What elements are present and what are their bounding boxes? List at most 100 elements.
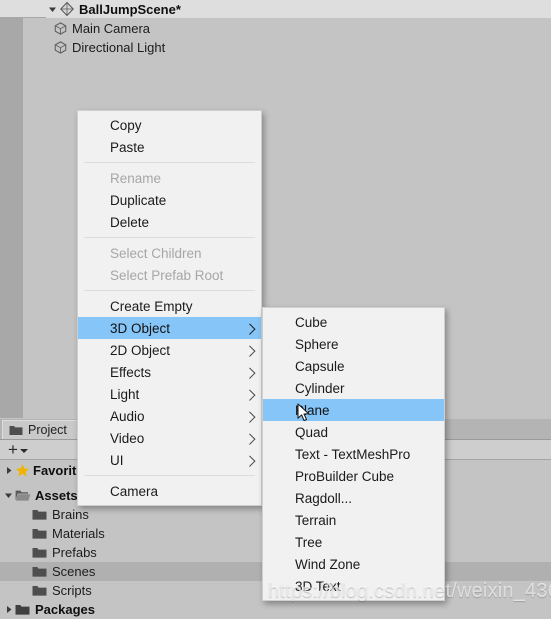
project-row-label: Assets [35,488,78,503]
menu-item-3d-object[interactable]: 3D Object [78,317,261,339]
menu-item-label: Delete [110,214,150,230]
menu-item-capsule[interactable]: Capsule [263,355,444,377]
tab-project[interactable]: Project [2,420,78,439]
menu-item-2d-object[interactable]: 2D Object [78,339,261,361]
menu-item-label: Light [110,386,140,402]
chevron-down-icon[interactable] [46,0,59,18]
menu-item-audio[interactable]: Audio [78,405,261,427]
menu-item-tree[interactable]: Tree [263,531,444,553]
star-icon [15,463,30,478]
hierarchy-item-directional-light[interactable]: Directional Light [53,38,165,56]
hierarchy-item-main-camera[interactable]: Main Camera [53,19,150,37]
menu-separator [84,290,255,291]
menu-item-label: Terrain [295,512,337,528]
project-row-label: Packages [35,602,95,617]
chevron-right-icon [244,323,256,335]
chevron-down-icon[interactable] [2,487,15,505]
unity-editor-window: BallJumpScene* Main Camera Directional L… [0,0,551,617]
chevron-right-icon [244,345,256,357]
menu-item-text-textmeshpro[interactable]: Text - TextMeshPro [263,443,444,465]
menu-item-wind-zone[interactable]: Wind Zone [263,553,444,575]
hierarchy-item-label: Directional Light [72,39,166,55]
menu-item-label: Camera [110,483,159,499]
menu-item-quad[interactable]: Quad [263,421,444,443]
project-row-packages[interactable]: Packages [0,600,551,619]
menu-item-delete[interactable]: Delete [78,211,261,233]
menu-separator [84,237,255,238]
hierarchy-item-label: Main Camera [72,20,151,36]
chevron-right-icon [244,455,256,467]
menu-item-label: Paste [110,139,145,155]
menu-item-label: Plane [295,402,330,418]
menu-item-label: 2D Object [110,342,171,358]
scene-name-label: BallJumpScene* [79,1,181,17]
menu-item-label: Tree [295,534,323,550]
gameobject-icon [53,21,68,36]
hierarchy-scene-row[interactable]: BallJumpScene* [46,0,551,18]
menu-item-label: Rename [110,170,162,186]
menu-item-rename: Rename [78,167,261,189]
submenu-3d-object[interactable]: Cube Sphere Capsule Cylinder Plane Quad … [262,307,445,601]
menu-item-label: 3D Object [110,320,171,336]
menu-item-label: Text - TextMeshPro [295,446,411,462]
menu-item-label: ProBuilder Cube [295,468,395,484]
folder-icon [32,508,47,521]
gameobject-icon [53,40,68,55]
chevron-right-icon[interactable] [2,601,15,619]
project-row-label: Brains [52,507,89,522]
menu-item-label: Copy [110,117,142,133]
chevron-right-icon [244,433,256,445]
menu-item-label: Cylinder [295,380,345,396]
folder-icon [32,527,47,540]
menu-item-label: Select Prefab Root [110,267,224,283]
menu-item-terrain[interactable]: Terrain [263,509,444,531]
folder-icon [32,584,47,597]
chevron-right-icon[interactable] [2,462,15,480]
chevron-right-icon [244,367,256,379]
menu-separator [84,162,255,163]
unity-scene-icon [59,1,75,17]
menu-item-camera[interactable]: Camera [78,480,261,502]
menu-item-ragdoll[interactable]: Ragdoll... [263,487,444,509]
add-asset-button[interactable]: + [5,440,31,459]
menu-item-select-children: Select Children [78,242,261,264]
tab-project-label: Project [28,423,67,437]
menu-item-label: Cube [295,314,328,330]
menu-item-create-empty[interactable]: Create Empty [78,295,261,317]
hierarchy-context-menu[interactable]: Copy Paste Rename Duplicate Delete Selec… [77,110,262,506]
menu-item-label: 3D Text [295,578,341,594]
menu-item-label: Duplicate [110,192,167,208]
plus-icon: + [8,440,18,459]
menu-item-label: Wind Zone [295,556,361,572]
menu-item-probuilder-cube[interactable]: ProBuilder Cube [263,465,444,487]
project-row-label: Prefabs [52,545,97,560]
menu-item-ui[interactable]: UI [78,449,261,471]
menu-item-label: Sphere [295,336,339,352]
menu-item-cube[interactable]: Cube [263,311,444,333]
chevron-right-icon [244,411,256,423]
project-row-label: Materials [52,526,105,541]
menu-item-copy[interactable]: Copy [78,114,261,136]
menu-item-light[interactable]: Light [78,383,261,405]
menu-item-effects[interactable]: Effects [78,361,261,383]
menu-item-label: Effects [110,364,152,380]
menu-item-paste[interactable]: Paste [78,136,261,158]
menu-item-cylinder[interactable]: Cylinder [263,377,444,399]
menu-item-3d-text[interactable]: 3D Text [263,575,444,597]
menu-item-plane[interactable]: Plane [263,399,444,421]
menu-item-duplicate[interactable]: Duplicate [78,189,261,211]
project-row-label: Scenes [52,564,96,579]
menu-item-sphere[interactable]: Sphere [263,333,444,355]
project-row-label: Scripts [52,583,92,598]
menu-item-video[interactable]: Video [78,427,261,449]
menu-item-label: Video [110,430,145,446]
folder-icon [15,603,30,616]
folder-icon [32,546,47,559]
folder-icon [9,424,23,436]
menu-item-label: Audio [110,408,145,424]
folder-open-icon [15,489,31,502]
menu-item-select-prefab-root: Select Prefab Root [78,264,261,286]
chevron-down-icon[interactable] [19,449,28,453]
menu-item-label: Create Empty [110,298,193,314]
menu-item-label: UI [110,452,124,468]
